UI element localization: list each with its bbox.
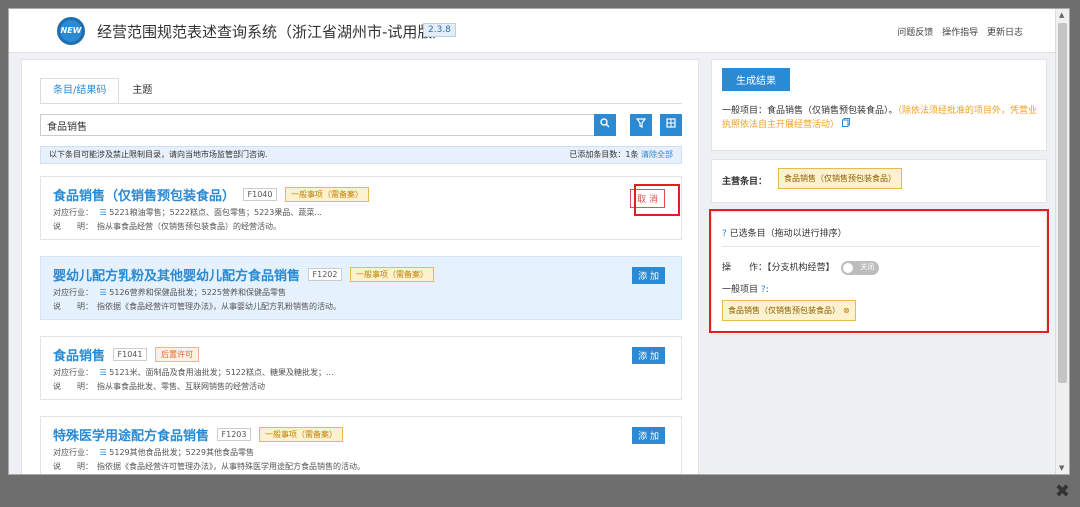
search-icon[interactable] xyxy=(594,114,616,136)
clear-all-link[interactable]: 清除全部 xyxy=(641,150,673,159)
close-icon[interactable]: ✖ xyxy=(1055,481,1070,502)
general-result-text: 一般项目：食品销售（仅销售预包装食品）。 xyxy=(722,106,898,116)
highlight-box-cancel xyxy=(634,184,680,216)
list-icon: ☰ xyxy=(99,448,107,457)
top-bar: NEW 经营范围规范表述查询系统（浙江省湖州市-试用版） 2.3.8 问题反馈 … xyxy=(9,9,1057,53)
desc-label: 说 明： xyxy=(53,382,93,391)
grid-icon[interactable] xyxy=(660,114,682,136)
list-item: 食品销售 F1041 后置许可 对应行业： ☰ 5121米、面制品及食用油批发；… xyxy=(40,336,682,400)
feedback-link[interactable]: 问题反馈 xyxy=(897,28,933,38)
generate-button[interactable]: 生成结果 xyxy=(722,68,790,91)
item-type: 一般事项（需备案） xyxy=(349,267,434,282)
highlight-box-selected xyxy=(709,209,1049,333)
desc-label: 说 明： xyxy=(53,222,93,231)
add-button[interactable]: 添 加 xyxy=(632,347,665,364)
tab-items[interactable]: 条目/结果码 xyxy=(40,78,120,104)
desc-text: 指从事食品批发、零售、互联网销售的经营活动 xyxy=(97,382,265,391)
industry-text: 5121米、面制品及食用油批发；5122糕点、糖果及糖批发；... xyxy=(109,368,334,377)
desc-label: 说 明： xyxy=(53,302,93,311)
scroll-thumb[interactable] xyxy=(1058,23,1067,383)
industry-label: 对应行业： xyxy=(53,208,93,217)
notice-bar: 以下条目可能涉及禁止限制目录，请向当地市场监管部门咨询. 已添加条目数：1条 清… xyxy=(40,146,682,164)
item-type: 后置许可 xyxy=(154,347,199,362)
item-code: F1041 xyxy=(112,348,148,361)
guide-link[interactable]: 操作指导 xyxy=(942,28,978,38)
desc-text: 指依据《食品经营许可管理办法》，从事特殊医学用途配方食品销售的活动。 xyxy=(97,462,365,471)
tab-topics[interactable]: 主题 xyxy=(119,78,165,104)
notice-text: 以下条目可能涉及禁止限制目录，请向当地市场监管部门咨询. xyxy=(49,150,268,159)
search-panel: 条目/结果码主题 以下条目可能涉及禁止限制目录，请向当地市场监管部门咨询. 已添… xyxy=(21,59,699,474)
app-title: 经营范围规范表述查询系统（浙江省湖州市-试用版） xyxy=(97,23,448,41)
added-count: 已添加条目数：1条 xyxy=(569,150,639,159)
search-input[interactable] xyxy=(40,114,608,136)
item-title[interactable]: 食品销售（仅销售预包装食品） xyxy=(53,185,235,204)
desc-label: 说 明： xyxy=(53,462,93,471)
tab-bar: 条目/结果码 主题 xyxy=(40,78,165,104)
list-icon: ☰ xyxy=(99,368,107,377)
tab-divider xyxy=(40,103,682,104)
item-title[interactable]: 婴幼儿配方乳粉及其他婴幼儿配方食品销售 xyxy=(53,265,300,284)
app-logo: NEW xyxy=(57,17,85,45)
main-item-tag: 食品销售（仅销售预包装食品） xyxy=(778,168,902,189)
scrollbar[interactable]: ▲ ▼ xyxy=(1055,9,1069,474)
industry-text: 5221粮油零售；5222糕点、面包零售；5223果品、蔬菜... xyxy=(109,208,322,217)
list-icon: ☰ xyxy=(99,208,107,217)
bottom-bar: ✖ xyxy=(0,477,1080,507)
main-item-panel: 主营条目： 食品销售（仅销售预包装食品） xyxy=(711,159,1047,203)
industry-label: 对应行业： xyxy=(53,368,93,377)
scroll-down-icon[interactable]: ▼ xyxy=(1059,464,1064,472)
list-item: 特殊医学用途配方食品销售 F1203 一般事项（需备案） 对应行业： ☰ 512… xyxy=(40,416,682,474)
scroll-up-icon[interactable]: ▲ xyxy=(1059,11,1064,19)
header-links: 问题反馈 操作指导 更新日志 xyxy=(891,25,1023,38)
desc-text: 指依据《食品经营许可管理办法》，从事婴幼儿配方乳粉销售的活动。 xyxy=(97,302,341,311)
list-icon: ☰ xyxy=(99,288,107,297)
main-item-label: 主营条目： xyxy=(722,177,768,187)
general-result: 一般项目：食品销售（仅销售预包装食品）。（除依法须经批准的项目外，凭营业执照依法… xyxy=(722,104,1040,132)
result-panel: 生成结果 一般项目：食品销售（仅销售预包装食品）。（除依法须经批准的项目外，凭营… xyxy=(711,59,1047,151)
item-title[interactable]: 特殊医学用途配方食品销售 xyxy=(53,425,209,444)
list-item: 婴幼儿配方乳粉及其他婴幼儿配方食品销售 F1202 一般事项（需备案） 对应行业… xyxy=(40,256,682,320)
add-button[interactable]: 添 加 xyxy=(632,267,665,284)
item-type: 一般事项（需备案） xyxy=(284,187,369,202)
industry-text: 5129其他食品批发；5229其他食品零售 xyxy=(109,448,254,457)
add-button[interactable]: 添 加 xyxy=(632,427,665,444)
list-item: 食品销售（仅销售预包装食品） F1040 一般事项（需备案） 对应行业： ☰ 5… xyxy=(40,176,682,240)
industry-label: 对应行业： xyxy=(53,448,93,457)
copy-icon[interactable] xyxy=(841,118,850,130)
item-title[interactable]: 食品销售 xyxy=(53,345,105,364)
app-window: NEW 经营范围规范表述查询系统（浙江省湖州市-试用版） 2.3.8 问题反馈 … xyxy=(8,8,1070,475)
changelog-link[interactable]: 更新日志 xyxy=(987,28,1023,38)
item-code: F1203 xyxy=(216,428,252,441)
industry-text: 5126营养和保健品批发；5225营养和保健品零售 xyxy=(109,288,286,297)
item-type: 一般事项（需备案） xyxy=(258,427,343,442)
version-badge: 2.3.8 xyxy=(423,23,456,37)
industry-label: 对应行业： xyxy=(53,288,93,297)
item-code: F1202 xyxy=(307,268,343,281)
desc-text: 指从事食品经营（仅销售预包装食品）的经营活动。 xyxy=(97,222,281,231)
filter-icon[interactable] xyxy=(630,114,652,136)
item-code: F1040 xyxy=(242,188,278,201)
